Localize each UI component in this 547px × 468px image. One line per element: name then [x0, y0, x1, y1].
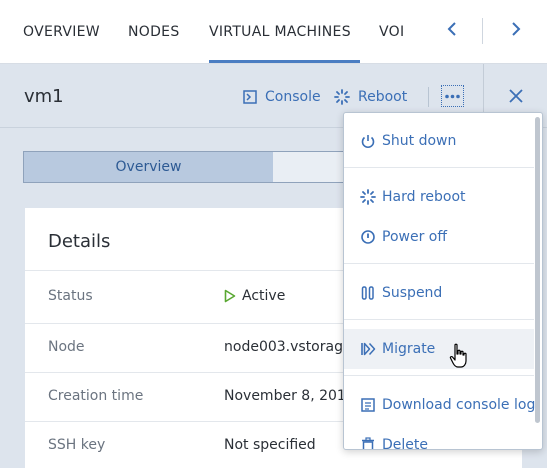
status-value: Active [224, 288, 285, 304]
tab-scroll-divider [482, 18, 483, 44]
ssh-key-value: Not specified [224, 437, 316, 453]
tab-virtual-machines[interactable]: VIRTUAL MACHINES [209, 24, 351, 40]
document-icon [361, 398, 375, 412]
vm-title: vm1 [24, 86, 64, 107]
console-label: Console [265, 89, 321, 105]
menu-item-hard-reboot[interactable]: Hard reboot [344, 177, 534, 217]
status-label: Status [48, 288, 93, 304]
reboot-label: Reboot [358, 89, 408, 105]
menu-item-label: Migrate [382, 341, 436, 357]
menu-item-label: Delete [382, 437, 428, 450]
close-button[interactable] [505, 85, 527, 107]
spinner-icon [334, 89, 350, 105]
menu-item-label: Download console log [382, 397, 536, 413]
menu-item-label: Suspend [382, 285, 443, 301]
tab-nodes[interactable]: NODES [128, 24, 180, 40]
creation-time-value: November 8, 2018 [224, 388, 355, 404]
menu-item-download-console-log[interactable]: Download console log [344, 385, 536, 425]
ellipsis-icon [445, 94, 460, 98]
menu-divider [344, 375, 534, 376]
power-icon [361, 135, 375, 149]
menu-item-label: Hard reboot [382, 189, 466, 205]
console-icon [243, 90, 257, 104]
pause-icon [361, 286, 374, 300]
segment-overview[interactable]: Overview [23, 151, 274, 183]
menu-item-suspend[interactable]: Suspend [344, 273, 534, 313]
more-actions-button[interactable] [441, 85, 464, 107]
migrate-icon [361, 342, 376, 356]
chevron-right-icon[interactable] [506, 20, 526, 42]
tab-volumes[interactable]: VOI [379, 24, 404, 40]
active-tab-underline [209, 60, 360, 63]
menu-item-label: Shut down [382, 133, 457, 149]
status-text: Active [242, 288, 286, 304]
trash-icon [362, 437, 374, 449]
menu-item-power-off[interactable]: Power off [344, 217, 534, 257]
menu-divider [344, 167, 534, 168]
top-tab-bar: OVERVIEW NODES VIRTUAL MACHINES VOI [0, 0, 547, 64]
chevron-left-icon[interactable] [442, 20, 462, 42]
console-button[interactable]: Console [243, 86, 321, 108]
menu-item-label: Power off [382, 229, 447, 245]
header-divider [428, 87, 429, 107]
close-icon [509, 89, 523, 103]
menu-scrollbar-thumb[interactable] [535, 117, 540, 423]
ssh-key-label: SSH key [48, 437, 106, 453]
details-title: Details [48, 231, 111, 252]
menu-divider [344, 319, 534, 320]
spinner-icon [360, 189, 376, 205]
menu-divider [344, 263, 534, 264]
menu-item-delete[interactable]: Delete [344, 425, 534, 450]
creation-time-label: Creation time [48, 388, 144, 404]
play-icon [224, 289, 236, 303]
power-off-icon [361, 230, 375, 244]
more-actions-menu: Shut down Hard reboot Power off Suspend [343, 112, 543, 450]
menu-item-migrate[interactable]: Migrate [344, 329, 534, 369]
hand-pointer-icon [449, 343, 469, 373]
node-value: node003.vstorage [224, 339, 352, 355]
tab-overview[interactable]: OVERVIEW [23, 24, 100, 40]
menu-item-shut-down[interactable]: Shut down [344, 121, 534, 161]
reboot-button[interactable]: Reboot [334, 86, 407, 108]
node-label: Node [48, 339, 85, 355]
